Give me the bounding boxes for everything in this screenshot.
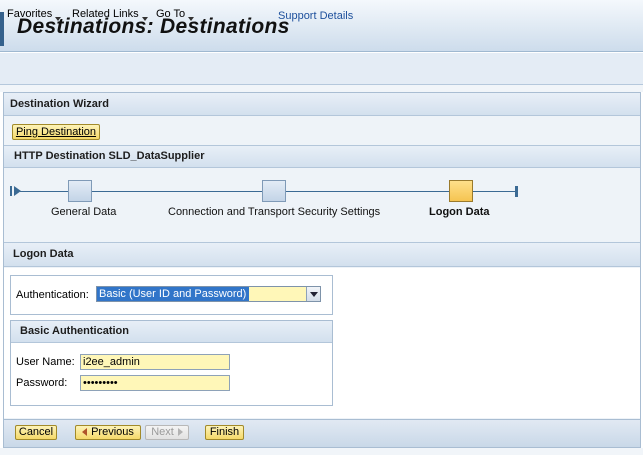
finish-button[interactable]: Finish (205, 425, 244, 440)
menu-related-links[interactable]: Related Links (72, 8, 148, 21)
user-name-label: User Name: (16, 356, 75, 368)
destination-title: HTTP Destination SLD_DataSupplier (14, 150, 205, 162)
basic-authentication-title: Basic Authentication (20, 325, 129, 337)
next-button-label: Next (151, 426, 174, 438)
authentication-dropdown-button[interactable] (306, 287, 320, 301)
logon-data-header (4, 242, 640, 267)
roadmap-end-icon (508, 186, 518, 197)
logon-data-title: Logon Data (13, 248, 74, 260)
menu-bar (0, 53, 643, 85)
password-field[interactable] (80, 375, 230, 391)
menu-favorites-label: Favorites (7, 8, 53, 20)
spacer (0, 85, 643, 92)
arrow-left-icon (82, 428, 88, 436)
menu-go-to-label: Go To (156, 8, 186, 20)
previous-button-label: Previous (91, 426, 134, 438)
previous-button[interactable]: Previous (75, 425, 141, 440)
menu-go-to[interactable]: Go To (156, 8, 195, 21)
ping-destination-button[interactable]: Ping Destination (12, 124, 100, 140)
menu-favorites[interactable]: Favorites (7, 8, 62, 21)
step-connection-settings-label[interactable]: Connection and Transport Security Settin… (168, 206, 380, 218)
authentication-select-value[interactable]: Basic (User ID and Password) (97, 287, 249, 301)
wizard-title: Destination Wizard (10, 98, 109, 110)
menu-related-links-label: Related Links (72, 8, 139, 20)
step-general-data-label[interactable]: General Data (51, 206, 116, 218)
dropdown-arrow-icon (55, 17, 62, 21)
step-general-data[interactable] (68, 180, 92, 202)
wizard-roadmap (4, 169, 640, 241)
support-details-link[interactable]: Support Details (278, 10, 353, 22)
authentication-label: Authentication: (16, 289, 89, 301)
chevron-down-icon (310, 292, 318, 297)
roadmap-start-icon (10, 186, 21, 196)
next-button[interactable]: Next (145, 425, 189, 440)
dropdown-arrow-icon (188, 17, 195, 21)
step-logon-data-label[interactable]: Logon Data (429, 206, 490, 218)
arrow-right-icon (177, 428, 183, 436)
password-label: Password: (16, 377, 68, 389)
dropdown-arrow-icon (141, 17, 148, 21)
cancel-button[interactable]: Cancel (15, 425, 57, 440)
step-logon-data[interactable] (449, 180, 473, 202)
step-connection-settings[interactable] (262, 180, 286, 202)
user-name-field[interactable] (80, 354, 230, 370)
title-accent-bar (0, 12, 4, 46)
bottom-strip (0, 448, 643, 455)
